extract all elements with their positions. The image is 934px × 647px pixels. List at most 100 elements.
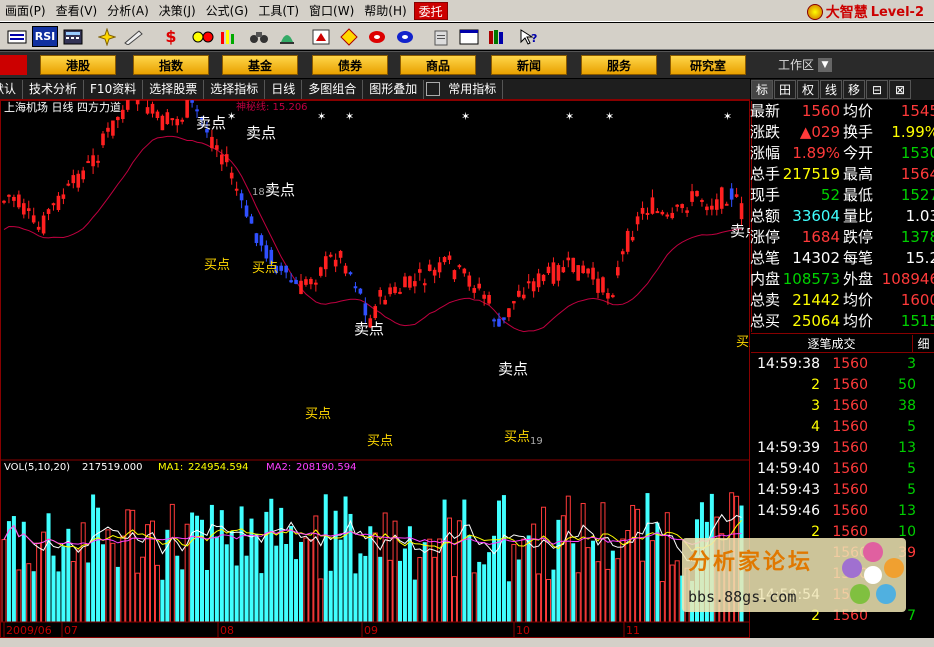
kline-chart[interactable]: 上海机场 日线 四方力道神秘线: 15.206卖点卖点卖点卖点卖点卖点买点买点买… <box>0 82 762 638</box>
chart-tab-1[interactable]: 技术分析 <box>23 79 85 99</box>
volume-bar <box>70 561 76 623</box>
chart-tab-3[interactable]: 选择股票 <box>143 79 205 99</box>
menu-item-5[interactable]: 工具(T) <box>253 0 304 22</box>
clipboard-icon[interactable] <box>430 26 452 47</box>
buy-point-label: 买点 <box>204 258 230 273</box>
quote-panel: 最新1560均价1545涨跌▲029换手1.99%涨幅1.89%今开1530总手… <box>750 101 934 332</box>
chart-tab-7[interactable]: 图形叠加 <box>363 79 425 99</box>
candle-body <box>239 193 244 201</box>
volume-bar <box>249 518 254 622</box>
candle-body <box>323 256 328 270</box>
candle-body <box>101 133 105 146</box>
right-tab-0[interactable]: 标 <box>751 80 773 99</box>
ruler-icon[interactable] <box>122 26 144 47</box>
nav-button-3[interactable]: 债券 <box>312 55 388 75</box>
workarea[interactable]: 工作区 ▼ <box>778 56 833 73</box>
right-tab-1[interactable]: 田 <box>774 80 796 99</box>
chevron-down-icon[interactable]: ▼ <box>818 57 833 72</box>
crosshair-icon[interactable] <box>96 26 118 47</box>
calculator-icon[interactable] <box>62 26 84 47</box>
star-marker: ✶ <box>461 110 470 123</box>
nav-button-2[interactable]: 基金 <box>222 55 298 75</box>
volume-bar <box>655 522 660 622</box>
quote-value: 21442 <box>792 291 840 309</box>
alarm-icon[interactable] <box>276 26 298 47</box>
right-tab-6[interactable]: ⊠ <box>889 80 911 99</box>
menu-item-4[interactable]: 公式(G) <box>201 0 254 22</box>
nav-left-button[interactable] <box>0 55 27 75</box>
candle-body <box>690 191 694 202</box>
ticks-detail-button[interactable]: 细 <box>912 334 934 352</box>
quote-value: 25064 <box>792 312 840 330</box>
chart-tab-4[interactable]: 选择指标 <box>204 79 266 99</box>
buy-point-label: 买点 <box>736 335 750 350</box>
chart-tab-0[interactable]: 默认 <box>0 79 24 99</box>
volume-bar <box>501 495 506 622</box>
chain-blue-icon[interactable] <box>394 26 416 47</box>
volume-bar <box>649 540 655 623</box>
flag-icon[interactable] <box>310 26 332 47</box>
volume-bar <box>427 538 433 623</box>
keyboard-icon[interactable] <box>6 26 28 47</box>
nav-button-1[interactable]: 指数 <box>133 55 209 75</box>
right-tab-2[interactable]: 权 <box>797 80 819 99</box>
vol-value: 217519.000 <box>82 462 142 473</box>
bars-icon[interactable] <box>218 26 240 47</box>
chart-svg: 上海机场 日线 四方力道神秘线: 15.206卖点卖点卖点卖点卖点卖点买点买点买… <box>0 82 762 638</box>
candle-body <box>180 119 184 122</box>
tick-row: 14:59:46 1560 13 <box>751 501 934 522</box>
help-icon[interactable]: ? <box>518 26 540 47</box>
lock-icon[interactable] <box>426 82 441 96</box>
candle-body <box>125 95 130 110</box>
volume-bar <box>497 500 501 622</box>
candle-body <box>596 278 600 293</box>
price-mark: 19 <box>530 436 543 447</box>
x-tick-label: 11 <box>626 624 640 637</box>
volume-bar <box>105 529 111 623</box>
rsi-button[interactable]: RSI <box>32 26 58 47</box>
chart-tab-6[interactable]: 多图组合 <box>302 79 364 99</box>
volume-bar <box>462 499 467 622</box>
chart-tab-2[interactable]: F10资料 <box>84 79 144 99</box>
quote-row: 最新 1560均价 1545 <box>750 101 934 122</box>
chart-tab-5[interactable]: 日线 <box>265 79 303 99</box>
candle-body <box>185 99 189 118</box>
quote-label-2: 外盘 <box>843 270 874 288</box>
nav-button-5[interactable]: 新闻 <box>491 55 567 75</box>
glasses-icon[interactable] <box>192 26 214 47</box>
volume-bar <box>51 555 56 622</box>
menu-item-6[interactable]: 窗口(W) <box>304 0 359 22</box>
right-tab-5[interactable]: ⊟ <box>866 80 888 99</box>
menu-bar: 画面(P) 查看(V) 分析(A) 决策(J) 公式(G) 工具(T) 窗口(W) 帮助(H)… <box>0 0 934 22</box>
right-tab-4[interactable]: 移 <box>843 80 865 99</box>
volume-bar <box>145 524 151 623</box>
nav-button-7[interactable]: 研究室 <box>670 55 746 75</box>
menu-item-7[interactable]: 帮助(H) <box>359 0 411 22</box>
candle-body <box>418 269 422 273</box>
menu-item-1[interactable]: 查看(V) <box>51 0 103 22</box>
right-tab-3[interactable]: 线 <box>820 80 842 99</box>
nav-button-0[interactable]: 港股 <box>40 55 116 75</box>
candle-body <box>210 136 214 149</box>
chart-tab-8[interactable]: 常用指标 <box>442 79 504 99</box>
dollar-icon[interactable]: $ <box>160 26 182 47</box>
binoculars-icon[interactable] <box>248 26 270 47</box>
window-icon[interactable] <box>458 26 480 47</box>
entrust-button[interactable]: 委托 <box>413 1 448 20</box>
diamond-icon[interactable] <box>338 26 360 47</box>
menu-item-3[interactable]: 决策(J) <box>154 0 201 22</box>
volume-bar <box>234 565 239 622</box>
quote-value: 33604 <box>792 207 840 225</box>
chain-red-icon[interactable] <box>366 26 388 47</box>
volume-bar <box>575 572 581 623</box>
candle-body <box>76 173 81 188</box>
nav-button-4[interactable]: 商品 <box>400 55 476 75</box>
books-icon[interactable] <box>486 26 508 47</box>
candle-body <box>452 270 457 280</box>
menu-item-2[interactable]: 分析(A) <box>102 0 154 22</box>
quote-row: 涨跌 ▲029换手 1.99% <box>750 122 934 143</box>
nav-button-6[interactable]: 服务 <box>581 55 657 75</box>
volume-bar <box>451 576 457 623</box>
menu-item-0[interactable]: 画面(P) <box>0 0 51 22</box>
candle-body <box>571 257 576 273</box>
